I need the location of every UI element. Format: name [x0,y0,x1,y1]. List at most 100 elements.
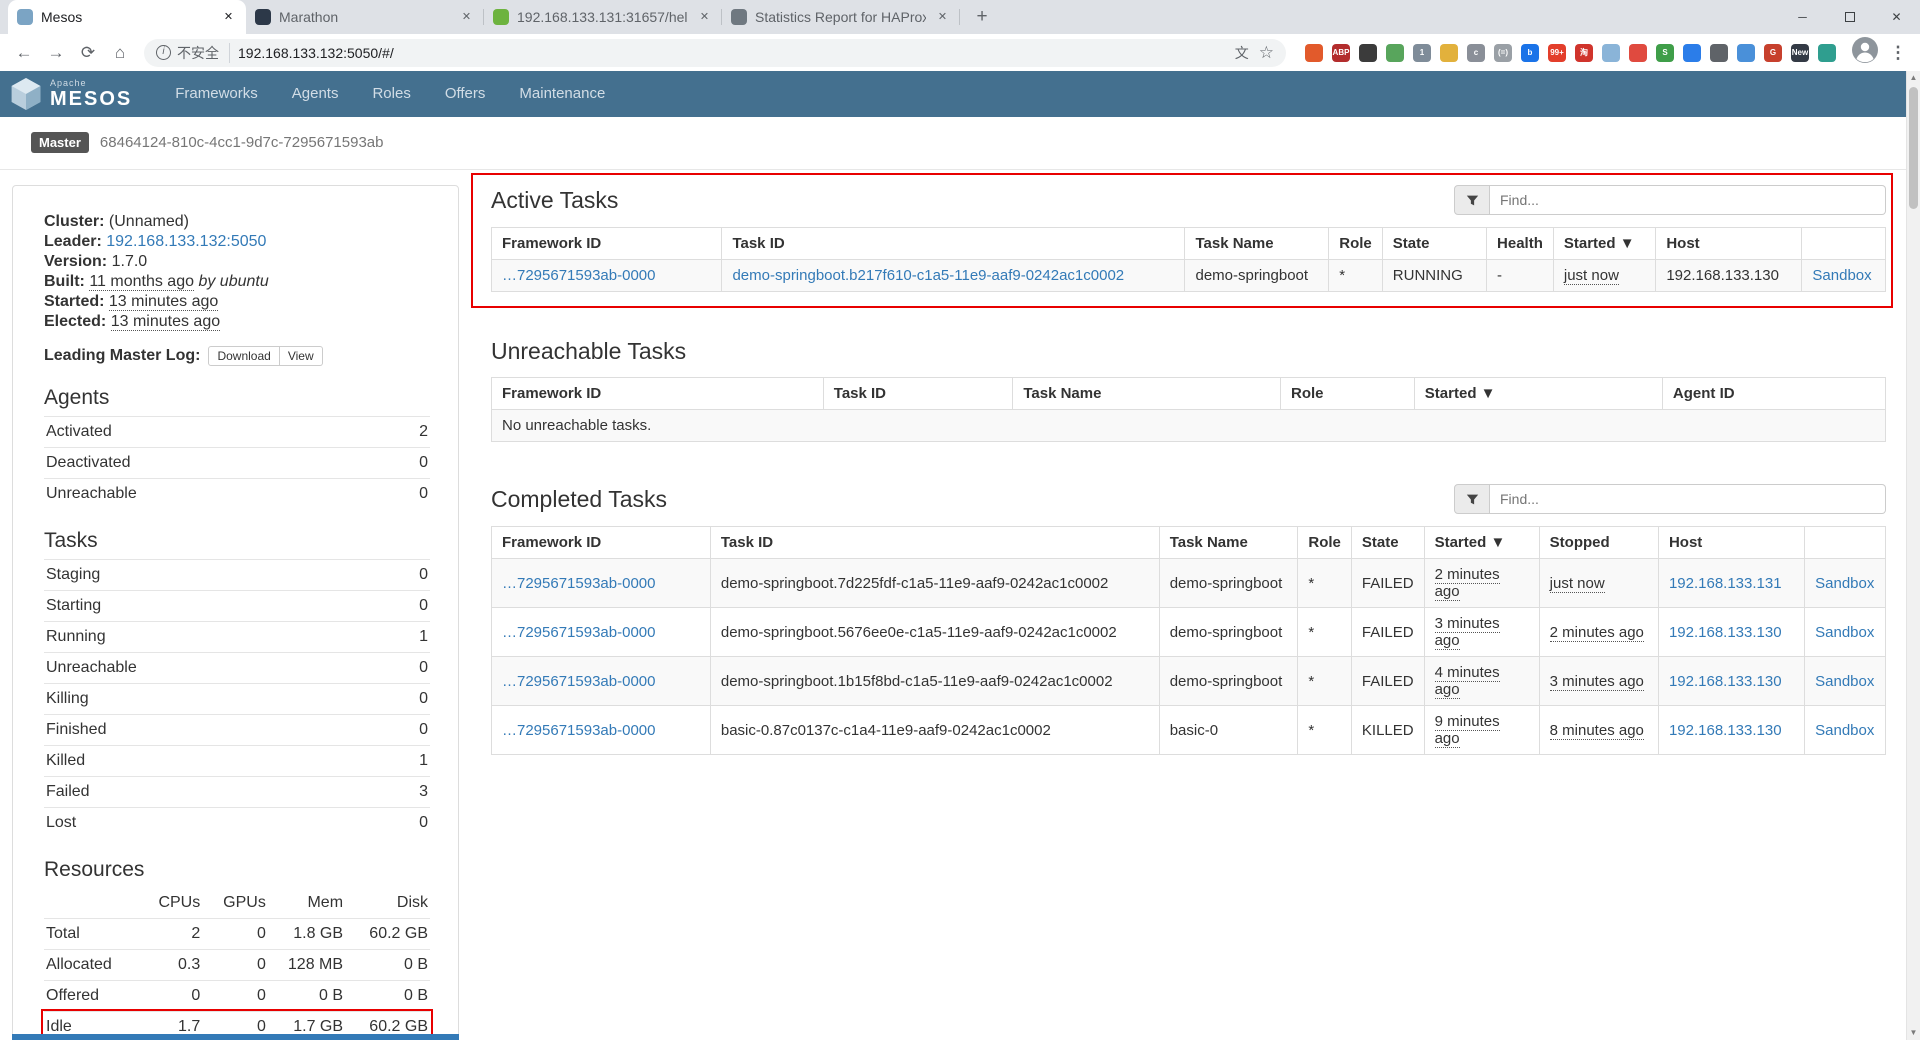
back-button[interactable]: ← [10,39,38,67]
forward-button[interactable]: → [42,39,70,67]
tab-close-icon[interactable]: ✕ [696,9,713,26]
new-tab-button[interactable]: + [968,3,996,31]
cell-link[interactable]: Sandbox [1815,624,1874,641]
cell-link[interactable]: Sandbox [1815,722,1874,739]
cell-link[interactable]: demo-springboot.b217f610-c1a5-11e9-aaf9-… [732,267,1124,284]
extension-icon[interactable] [1386,44,1404,62]
browser-tab[interactable]: Mesos✕ [8,0,246,34]
extension-icon[interactable] [1683,44,1701,62]
extension-icon[interactable] [1305,44,1323,62]
column-header[interactable]: Task Name [1159,527,1298,559]
scroll-down-arrow[interactable]: ▼ [1907,1026,1920,1040]
extension-icon[interactable] [1602,44,1620,62]
minimize-button[interactable]: ─ [1779,0,1826,34]
extension-icon[interactable]: 淘 [1575,44,1593,62]
tab-close-icon[interactable]: ✕ [934,9,951,26]
column-header[interactable]: Disk [345,888,430,919]
column-header[interactable]: Health [1487,228,1554,260]
extension-icon[interactable]: b [1521,44,1539,62]
extension-icon[interactable]: New [1791,44,1809,62]
column-header[interactable] [44,888,137,919]
extension-icon[interactable]: 99+ [1548,44,1566,62]
cell-link[interactable]: Sandbox [1812,267,1871,284]
find-input[interactable] [1490,484,1886,514]
extension-icon[interactable]: 1 [1413,44,1431,62]
column-header[interactable]: Host [1658,527,1804,559]
extension-icon[interactable] [1440,44,1458,62]
cell-link[interactable]: 192.168.133.130 [1669,624,1782,641]
address-bar[interactable]: i 不安全 192.168.133.132:5050/#/ 文 ☆ [144,39,1286,67]
column-header[interactable]: CPUs [137,888,203,919]
extension-icon[interactable] [1359,44,1377,62]
column-header[interactable]: Agent ID [1662,378,1885,410]
tab-close-icon[interactable]: ✕ [220,9,237,26]
nav-item-frameworks[interactable]: Frameworks [158,71,275,117]
column-header[interactable] [1802,228,1886,260]
cell-link[interactable]: 192.168.133.130 [1669,673,1782,690]
column-header[interactable]: Task ID [710,527,1159,559]
scrollbar-thumb[interactable] [1909,87,1918,209]
extension-icon[interactable] [1818,44,1836,62]
filter-button[interactable] [1454,185,1490,215]
cell-link[interactable]: …7295671593ab-0000 [502,267,655,284]
close-button[interactable]: ✕ [1873,0,1920,34]
extension-icon[interactable]: c [1467,44,1485,62]
bookmark-star-icon[interactable]: ☆ [1259,43,1274,63]
mesos-brand[interactable]: Apache MESOS [10,76,132,112]
column-header[interactable]: Role [1329,228,1383,260]
nav-item-agents[interactable]: Agents [275,71,356,117]
cell-link[interactable]: Sandbox [1815,575,1874,592]
column-header[interactable]: Framework ID [492,378,824,410]
extension-icon[interactable] [1710,44,1728,62]
nav-item-roles[interactable]: Roles [355,71,427,117]
log-view-button[interactable]: View [280,346,323,366]
cell-link[interactable]: …7295671593ab-0000 [502,624,655,641]
extension-icon[interactable]: ABP [1332,44,1350,62]
extension-icon[interactable]: G [1764,44,1782,62]
browser-tab[interactable]: 192.168.133.131:31657/hello✕ [484,0,722,34]
browser-menu-icon[interactable]: ⋮ [1886,43,1910,63]
cell-link[interactable]: 192.168.133.131 [1669,575,1782,592]
cell-link[interactable]: 192.168.133.130 [1669,722,1782,739]
tab-close-icon[interactable]: ✕ [458,9,475,26]
column-header[interactable]: Host [1656,228,1802,260]
find-input[interactable] [1490,185,1886,215]
column-header[interactable]: Role [1280,378,1414,410]
translate-icon[interactable]: 文 [1235,43,1249,63]
scroll-up-arrow[interactable]: ▲ [1907,71,1920,85]
column-header[interactable]: State [1351,527,1424,559]
column-header[interactable]: State [1382,228,1486,260]
column-header[interactable]: Task Name [1013,378,1281,410]
vertical-scrollbar[interactable]: ▲ ▼ [1906,71,1920,1040]
leader-link[interactable]: 192.168.133.132:5050 [106,233,266,250]
extension-icon[interactable] [1737,44,1755,62]
extension-icon[interactable]: S [1656,44,1674,62]
browser-tab[interactable]: Statistics Report for HAProxy✕ [722,0,960,34]
security-chip[interactable]: i 不安全 [156,43,230,63]
extension-icon[interactable]: (=) [1494,44,1512,62]
column-header[interactable]: Started ▼ [1424,527,1539,559]
column-header[interactable]: Framework ID [492,527,711,559]
cell-link[interactable]: …7295671593ab-0000 [502,575,655,592]
nav-item-maintenance[interactable]: Maintenance [502,71,622,117]
column-header[interactable]: Task ID [722,228,1185,260]
reload-button[interactable]: ⟳ [74,39,102,67]
cell-link[interactable]: Sandbox [1815,673,1874,690]
filter-button[interactable] [1454,484,1490,514]
column-header[interactable]: Mem [268,888,345,919]
column-header[interactable]: Stopped [1539,527,1658,559]
log-download-button[interactable]: Download [208,346,279,366]
maximize-button[interactable] [1826,0,1873,34]
nav-item-offers[interactable]: Offers [428,71,503,117]
column-header[interactable] [1805,527,1886,559]
column-header[interactable]: Framework ID [492,228,722,260]
cell-link[interactable]: …7295671593ab-0000 [502,722,655,739]
column-header[interactable]: Started ▼ [1553,228,1655,260]
home-button[interactable]: ⌂ [106,39,134,67]
column-header[interactable]: Task ID [823,378,1013,410]
column-header[interactable]: GPUs [202,888,268,919]
browser-tab[interactable]: Marathon✕ [246,0,484,34]
column-header[interactable]: Role [1298,527,1352,559]
column-header[interactable]: Started ▼ [1414,378,1662,410]
profile-avatar[interactable] [1852,37,1878,68]
